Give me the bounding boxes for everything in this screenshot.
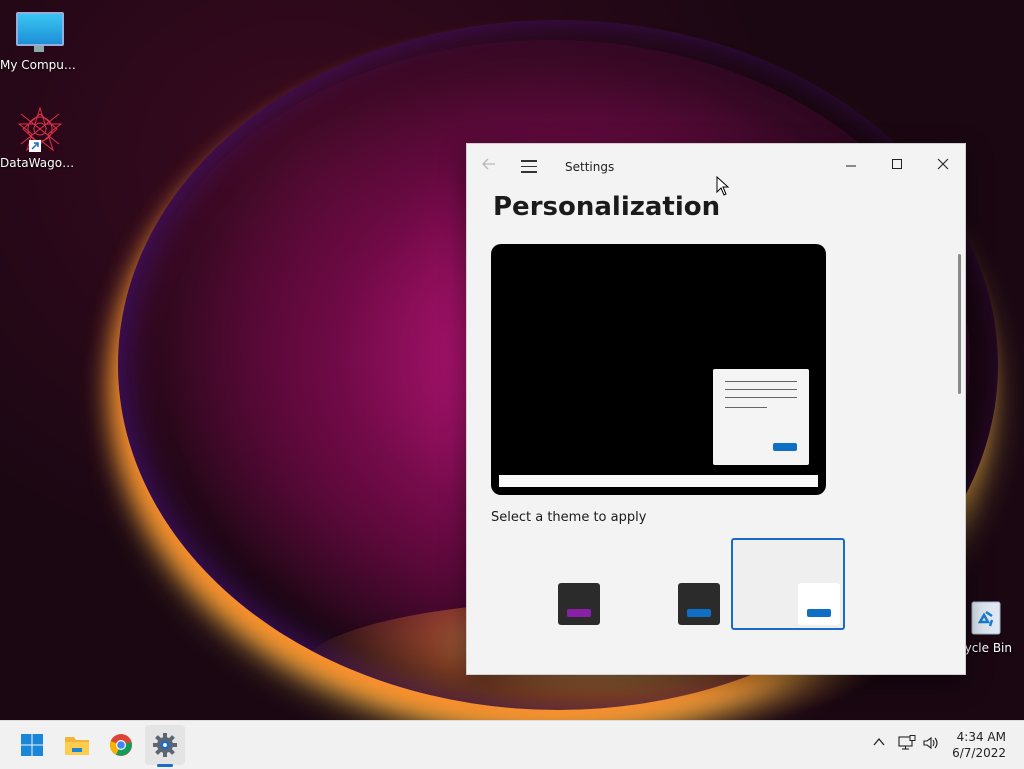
chrome-button[interactable] xyxy=(105,729,137,761)
file-explorer-button[interactable] xyxy=(61,729,93,761)
theme-section-label: Select a theme to apply xyxy=(491,510,647,525)
desktop-icon-my-computer[interactable]: My Computer xyxy=(0,12,80,72)
start-button[interactable] xyxy=(16,729,48,761)
theme-card xyxy=(678,583,720,625)
back-button[interactable] xyxy=(481,156,501,176)
windows-logo-icon xyxy=(21,734,43,756)
theme-accent-bar xyxy=(687,609,711,617)
chrome-icon xyxy=(109,734,132,756)
clock-time: 4:34 AM xyxy=(956,730,1006,744)
back-arrow-icon xyxy=(482,158,495,170)
gear-icon xyxy=(153,733,177,757)
minimize-icon xyxy=(846,165,856,167)
menu-button[interactable] xyxy=(521,160,537,173)
network-icon xyxy=(898,735,916,750)
desktop-icon-label: DataWagon... xyxy=(0,156,80,170)
close-icon xyxy=(937,158,949,170)
datawagon-star-icon xyxy=(17,106,63,152)
desktop-icon-label: My Computer xyxy=(0,58,80,72)
hamburger-menu-icon xyxy=(521,160,537,173)
settings-taskbar-button[interactable] xyxy=(149,729,181,761)
preview-mini-window xyxy=(713,369,809,465)
mouse-cursor-icon xyxy=(716,176,730,196)
theme-card xyxy=(558,583,600,625)
theme-preview xyxy=(491,244,826,495)
chevron-up-icon xyxy=(873,737,885,746)
volume-button[interactable] xyxy=(922,735,940,755)
computer-monitor-icon xyxy=(16,12,64,52)
theme-tile-2[interactable] xyxy=(611,538,725,630)
vertical-scrollbar[interactable] xyxy=(958,254,961,394)
desktop-icon-datawagon[interactable]: DataWagon... xyxy=(0,106,80,170)
theme-tile-3-selected[interactable] xyxy=(731,538,845,630)
maximize-button[interactable] xyxy=(877,150,917,178)
recycle-bin-icon xyxy=(971,601,1001,635)
theme-card xyxy=(798,583,840,625)
close-button[interactable] xyxy=(923,150,963,178)
desktop-icon-label: cycle Bin xyxy=(958,641,1012,655)
desktop-icon-recycle-bin[interactable]: cycle Bin xyxy=(958,596,1024,655)
settings-window: Settings Personalization Select a theme … xyxy=(466,143,966,675)
theme-tile-1[interactable] xyxy=(491,538,605,630)
theme-accent-bar xyxy=(567,609,591,617)
folder-icon xyxy=(65,737,89,755)
preview-taskbar xyxy=(499,475,818,487)
tray-overflow-button[interactable] xyxy=(872,735,886,753)
taskbar: 4:34 AM 6/7/2022 xyxy=(0,720,1024,769)
page-title: Personalization xyxy=(493,192,721,222)
maximize-icon xyxy=(892,159,902,169)
volume-icon xyxy=(923,736,938,750)
preview-accent-button xyxy=(773,443,797,451)
window-title: Settings xyxy=(565,160,615,174)
theme-accent-bar xyxy=(807,609,831,617)
active-app-indicator xyxy=(157,764,173,767)
clock-date: 6/7/2022 xyxy=(952,746,1006,760)
network-button[interactable] xyxy=(898,735,916,755)
minimize-button[interactable] xyxy=(831,150,871,178)
taskbar-clock[interactable]: 4:34 AM 6/7/2022 xyxy=(952,729,1006,761)
